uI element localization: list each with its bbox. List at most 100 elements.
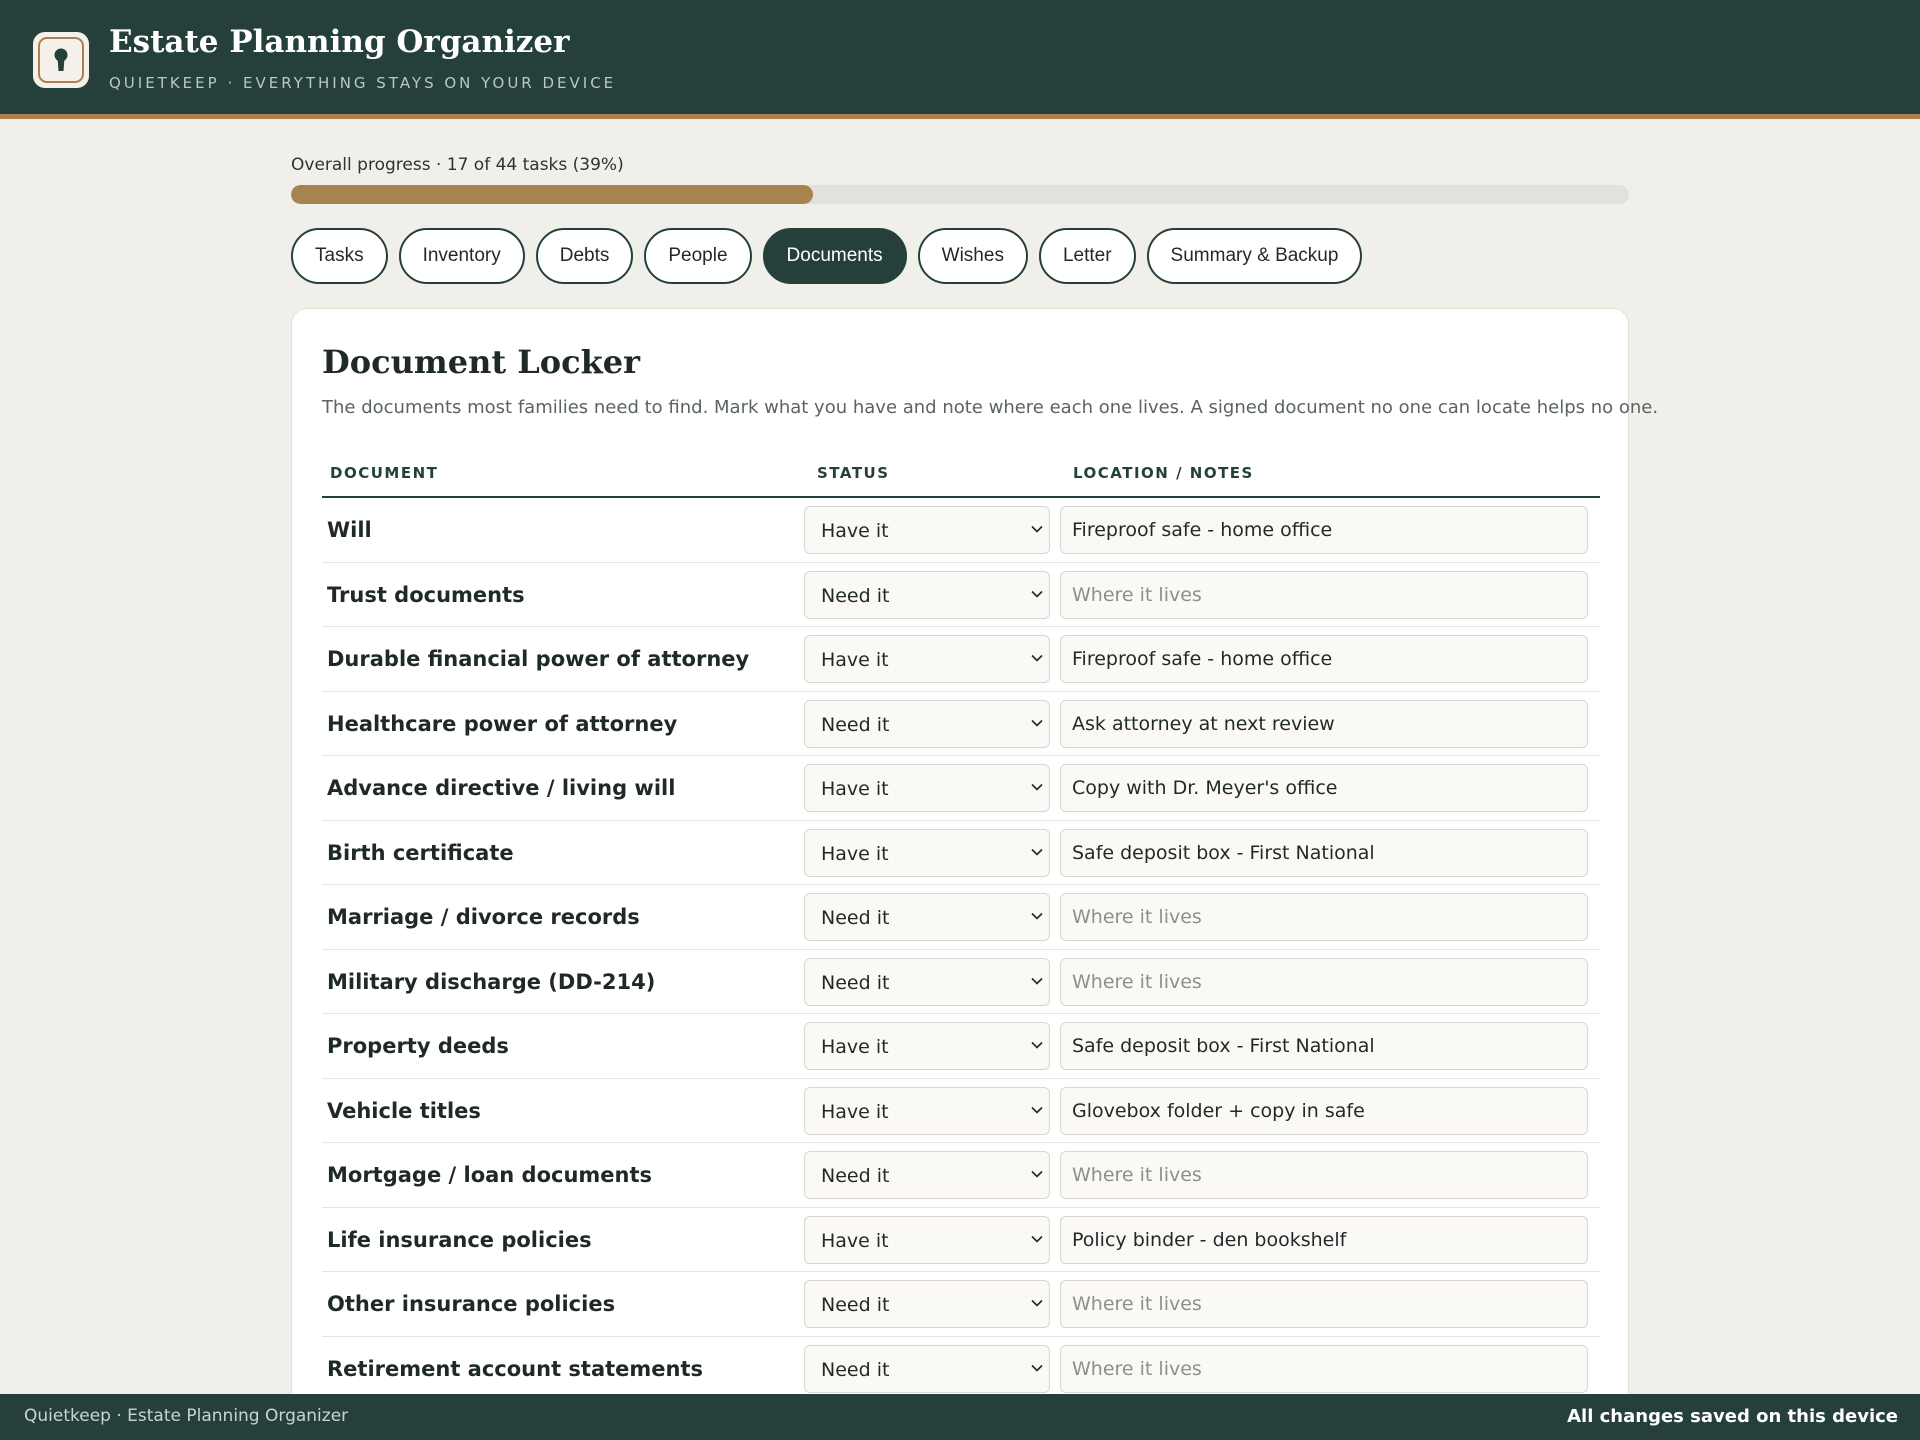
tab-people[interactable]: People — [644, 228, 752, 284]
location-notes-input[interactable] — [1060, 893, 1588, 941]
tab-debts[interactable]: Debts — [535, 228, 634, 284]
table-row: Trust documents Need it — [322, 563, 1600, 627]
location-notes-input[interactable] — [1060, 1344, 1588, 1393]
document-name: Retirement account statements — [327, 1356, 704, 1381]
table-row: Vehicle titles Have it — [322, 1079, 1600, 1143]
chevron-down-icon — [1031, 848, 1043, 856]
tab-tasks[interactable]: Tasks — [291, 228, 388, 284]
status-value: Need it — [821, 584, 890, 607]
table-header: DOCUMENT STATUS LOCATION / NOTES — [322, 456, 1600, 498]
status-value: Need it — [821, 713, 890, 736]
tab-inventory[interactable]: Inventory — [398, 228, 525, 284]
status-value: Have it — [821, 1229, 889, 1252]
table-row: Will Have it — [322, 498, 1600, 563]
page-title: Document Locker — [322, 343, 640, 381]
location-notes-input[interactable] — [1060, 1215, 1588, 1264]
page-description: The documents most families need to find… — [322, 397, 1659, 418]
table-row: Advance directive / living will Have it — [322, 756, 1600, 821]
table-row: Marriage / divorce records Need it — [322, 885, 1600, 950]
status-select[interactable]: Have it — [804, 635, 1050, 683]
status-value: Need it — [821, 1358, 890, 1381]
progress-bar — [291, 185, 1629, 204]
progress-label: Overall progress · 17 of 44 tasks (39%) — [291, 155, 624, 175]
table-row: Other insurance policies Need it — [322, 1272, 1600, 1337]
app-logo — [33, 32, 89, 88]
location-notes-input[interactable] — [1060, 570, 1588, 619]
location-notes-input[interactable] — [1060, 635, 1588, 683]
status-select[interactable]: Need it — [804, 957, 1050, 1006]
location-notes-input[interactable] — [1060, 1022, 1588, 1070]
table-row: Healthcare power of attorney Need it — [322, 692, 1600, 756]
status-value: Have it — [821, 1100, 889, 1123]
status-select[interactable]: Have it — [804, 1215, 1050, 1264]
table-row: Mortgage / loan documents Need it — [322, 1143, 1600, 1208]
location-notes-input[interactable] — [1060, 828, 1588, 877]
column-header-status: STATUS — [817, 464, 890, 482]
status-select[interactable]: Need it — [804, 1344, 1050, 1393]
document-name: Vehicle titles — [327, 1098, 481, 1123]
status-select[interactable]: Have it — [804, 506, 1050, 554]
status-value: Need it — [821, 907, 890, 929]
status-select[interactable]: Need it — [804, 893, 1050, 941]
progress-bar-fill — [291, 185, 813, 204]
status-select[interactable]: Need it — [804, 570, 1050, 619]
section-tabs: Tasks Inventory Debts People Documents W… — [291, 228, 1363, 284]
location-notes-input[interactable] — [1060, 957, 1588, 1006]
location-notes-input[interactable] — [1060, 1086, 1588, 1135]
document-name: Marriage / divorce records — [327, 905, 640, 929]
document-locker-card: Document Locker The documents most famil… — [291, 308, 1658, 1408]
status-footer: Quietkeep · Estate Planning Organizer Al… — [0, 1394, 1920, 1440]
tab-letter[interactable]: Letter — [1038, 228, 1136, 284]
tab-documents[interactable]: Documents — [762, 228, 907, 284]
column-header-document: DOCUMENT — [330, 464, 439, 482]
tab-wishes[interactable]: Wishes — [917, 228, 1028, 284]
chevron-down-icon — [1031, 1041, 1043, 1049]
document-name: Durable financial power of attorney — [327, 647, 750, 671]
document-name: Will — [327, 518, 372, 542]
status-select[interactable]: Need it — [804, 1280, 1050, 1328]
status-value: Need it — [821, 1294, 890, 1316]
location-notes-input[interactable] — [1060, 699, 1588, 748]
document-name: Trust documents — [327, 582, 525, 607]
save-status: All changes saved on this device — [1567, 1406, 1898, 1427]
status-value: Need it — [821, 1165, 890, 1187]
status-select[interactable]: Need it — [804, 699, 1050, 748]
table-row: Birth certificate Have it — [322, 821, 1600, 885]
column-header-location: LOCATION / NOTES — [1073, 464, 1254, 482]
document-name: Mortgage / loan documents — [327, 1163, 653, 1187]
status-select[interactable]: Have it — [804, 828, 1050, 877]
footer-app-name: Quietkeep · Estate Planning Organizer — [24, 1406, 349, 1426]
status-value: Need it — [821, 971, 890, 994]
document-name: Property deeds — [327, 1034, 509, 1058]
chevron-down-icon — [1031, 1170, 1043, 1178]
status-value: Have it — [821, 842, 889, 865]
chevron-down-icon — [1031, 1364, 1043, 1372]
document-table: Will Have it Trust documents Need it Durable… — [322, 498, 1600, 1401]
status-value: Have it — [821, 778, 889, 800]
table-row: Property deeds Have it — [322, 1014, 1600, 1079]
location-notes-input[interactable] — [1060, 1280, 1588, 1328]
chevron-down-icon — [1031, 912, 1043, 920]
chevron-down-icon — [1031, 1235, 1043, 1243]
status-value: Have it — [821, 1036, 889, 1058]
tab-summary-backup[interactable]: Summary & Backup — [1146, 228, 1363, 284]
document-name: Military discharge (DD-214) — [327, 969, 656, 994]
status-value: Have it — [821, 520, 889, 542]
table-row: Retirement account statements Need it — [322, 1337, 1600, 1401]
status-select[interactable]: Have it — [804, 1086, 1050, 1135]
status-select[interactable]: Need it — [804, 1151, 1050, 1199]
document-name: Advance directive / living will — [327, 776, 676, 800]
location-notes-input[interactable] — [1060, 506, 1588, 554]
chevron-down-icon — [1031, 1299, 1043, 1307]
chevron-down-icon — [1031, 590, 1043, 598]
status-value: Have it — [821, 649, 889, 671]
app-header: Estate Planning Organizer QUIETKEEP · EV… — [0, 0, 1920, 119]
chevron-down-icon — [1031, 654, 1043, 662]
table-row: Life insurance policies Have it — [322, 1208, 1600, 1272]
chevron-down-icon — [1031, 525, 1043, 533]
status-select[interactable]: Have it — [804, 764, 1050, 812]
location-notes-input[interactable] — [1060, 1151, 1588, 1199]
table-row: Durable financial power of attorney Have … — [322, 627, 1600, 692]
status-select[interactable]: Have it — [804, 1022, 1050, 1070]
location-notes-input[interactable] — [1060, 764, 1588, 812]
